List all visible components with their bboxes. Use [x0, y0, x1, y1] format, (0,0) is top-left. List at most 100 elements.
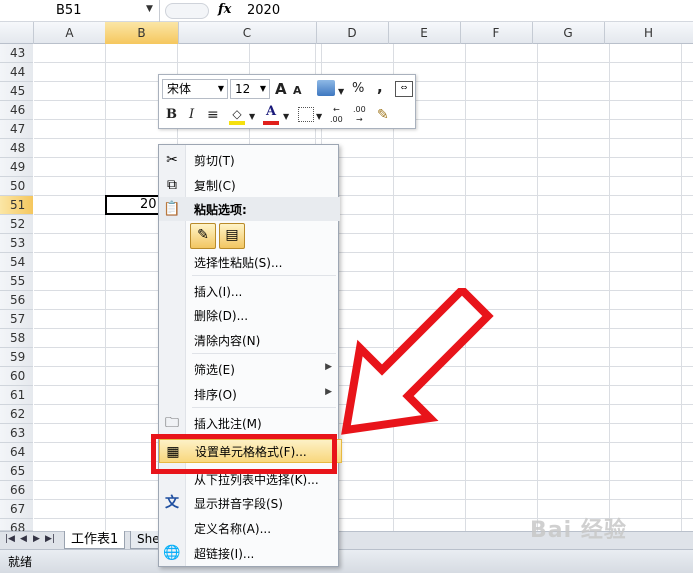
menu-separator [192, 275, 336, 276]
row-header[interactable]: 52 [0, 215, 33, 234]
column-header-c[interactable]: C [178, 22, 317, 44]
comma-style-button[interactable]: , [377, 78, 383, 96]
active-cell-value: 20 [140, 197, 157, 212]
paste-formats-icon[interactable]: ✎ [190, 223, 216, 249]
menu-item-label: 筛选(E) [194, 363, 235, 377]
row-header[interactable]: 44 [0, 63, 33, 82]
chevron-down-icon[interactable]: ▼ [283, 108, 289, 126]
font-name-select[interactable]: 宋体 ▼ [162, 79, 228, 99]
menu-item-insert-comment[interactable]: 🗀 插入批注(M) [159, 411, 340, 435]
bold-button[interactable]: B [166, 106, 177, 124]
select-all-corner[interactable] [0, 22, 34, 44]
annotation-arrow-icon [341, 288, 494, 435]
center-align-icon[interactable]: ≡ [207, 106, 219, 124]
formula-input[interactable]: 2020 [247, 3, 280, 18]
name-box[interactable]: B51 ▼ [0, 0, 160, 22]
paste-icon[interactable]: ▤ [219, 223, 245, 249]
menu-item-label: 排序(O) [194, 388, 237, 402]
menu-item-define-name[interactable]: 定义名称(A)... [159, 516, 340, 540]
row-header[interactable]: 64 [0, 443, 33, 462]
row-header[interactable]: 62 [0, 405, 33, 424]
menu-item-phonetic[interactable]: 文 显示拼音字段(S) [159, 491, 340, 515]
column-header-d[interactable]: D [316, 22, 389, 44]
row-header[interactable]: 67 [0, 500, 33, 519]
menu-item-insert[interactable]: 插入(I)... [159, 279, 340, 303]
column-header-g[interactable]: G [532, 22, 605, 44]
percent-style-button[interactable]: % [352, 80, 364, 98]
menu-separator [192, 407, 336, 408]
context-menu: ✂ 剪切(T) ⧉ 复制(C) 📋 粘贴选项: ✎ ▤ 选择性粘贴(S)... … [158, 144, 342, 567]
row-header[interactable]: 54 [0, 253, 33, 272]
column-header-e[interactable]: E [388, 22, 461, 44]
merge-center-icon[interactable]: ⇔ [395, 81, 413, 97]
row-header-selected[interactable]: 51 [0, 196, 33, 215]
row-header[interactable]: 68 [0, 519, 33, 535]
menu-item-hyperlink[interactable]: 🌐 超链接(I)... [159, 541, 340, 565]
row-header[interactable]: 66 [0, 481, 33, 500]
column-header-b[interactable]: B [105, 22, 179, 44]
menu-item-cut[interactable]: ✂ 剪切(T) [159, 148, 340, 172]
column-header-a[interactable]: A [34, 22, 106, 44]
menu-item-sort[interactable]: 排序(O) ▶ [159, 382, 340, 406]
prev-sheet-icon[interactable]: ◀ [20, 534, 27, 544]
grow-font-button[interactable]: A [275, 80, 287, 98]
row-header[interactable]: 63 [0, 424, 33, 443]
row-header[interactable]: 65 [0, 462, 33, 481]
row-header[interactable]: 60 [0, 367, 33, 386]
menu-separator [192, 353, 336, 354]
menu-header-label: 粘贴选项: [194, 203, 247, 217]
row-header[interactable]: 58 [0, 329, 33, 348]
borders-icon[interactable] [298, 107, 314, 122]
menu-item-delete[interactable]: 删除(D)... [159, 303, 340, 327]
row-header[interactable]: 50 [0, 177, 33, 196]
row-header[interactable]: 53 [0, 234, 33, 253]
submenu-arrow-icon: ▶ [325, 362, 332, 372]
menu-item-label: 显示拼音字段(S) [194, 497, 283, 511]
column-header-h[interactable]: H [604, 22, 693, 44]
font-color-button[interactable]: A [263, 103, 279, 125]
row-header[interactable]: 46 [0, 101, 33, 120]
chevron-down-icon[interactable]: ▼ [338, 83, 344, 101]
row-header[interactable]: 47 [0, 120, 33, 139]
fill-color-icon[interactable]: ◇ [229, 105, 245, 125]
accounting-format-icon[interactable] [317, 80, 335, 96]
decrease-decimal-button[interactable]: .00 → [353, 105, 366, 125]
chevron-down-icon[interactable]: ▼ [316, 108, 322, 126]
row-header[interactable]: 55 [0, 272, 33, 291]
row-header[interactable]: 59 [0, 348, 33, 367]
row-header[interactable]: 48 [0, 139, 33, 158]
font-name-value: 宋体 [167, 82, 192, 96]
chevron-down-icon[interactable]: ▼ [146, 4, 153, 14]
comment-icon: 🗀 [165, 415, 179, 431]
insert-function-button[interactable]: fx [218, 2, 231, 17]
menu-item-label: 选择性粘贴(S)... [194, 256, 283, 270]
menu-item-label: 复制(C) [194, 179, 236, 193]
menu-item-paste-special[interactable]: 选择性粘贴(S)... [159, 250, 340, 274]
row-header[interactable]: 56 [0, 291, 33, 310]
shrink-font-button[interactable]: A [293, 82, 302, 100]
menu-item-copy[interactable]: ⧉ 复制(C) [159, 173, 340, 197]
chevron-down-icon[interactable]: ▼ [249, 108, 255, 126]
row-header[interactable]: 61 [0, 386, 33, 405]
row-header[interactable]: 45 [0, 82, 33, 101]
formula-bar-splitter[interactable] [165, 3, 209, 19]
sheet-tab-1[interactable]: 工作表1 [64, 531, 126, 549]
font-size-select[interactable]: 12 ▼ [230, 79, 270, 99]
first-sheet-icon[interactable]: |◀ [5, 534, 15, 544]
format-painter-icon[interactable]: ✎ [377, 106, 389, 124]
next-sheet-icon[interactable]: ▶ [33, 534, 40, 544]
increase-decimal-button[interactable]: ← .00 [330, 105, 343, 125]
row-header[interactable]: 49 [0, 158, 33, 177]
menu-item-filter[interactable]: 筛选(E) ▶ [159, 357, 340, 381]
last-sheet-icon[interactable]: ▶| [45, 534, 55, 544]
row-header[interactable]: 43 [0, 44, 33, 63]
hyperlink-icon: 🌐 [163, 545, 181, 561]
menu-item-clear[interactable]: 清除内容(N) [159, 328, 340, 352]
menu-item-label: 删除(D)... [194, 309, 249, 323]
row-header[interactable]: 57 [0, 310, 33, 329]
column-header-f[interactable]: F [460, 22, 533, 44]
copy-icon: ⧉ [167, 177, 177, 193]
italic-button[interactable]: I [189, 106, 194, 124]
font-size-value: 12 [235, 82, 251, 96]
highlight-box [151, 434, 337, 474]
